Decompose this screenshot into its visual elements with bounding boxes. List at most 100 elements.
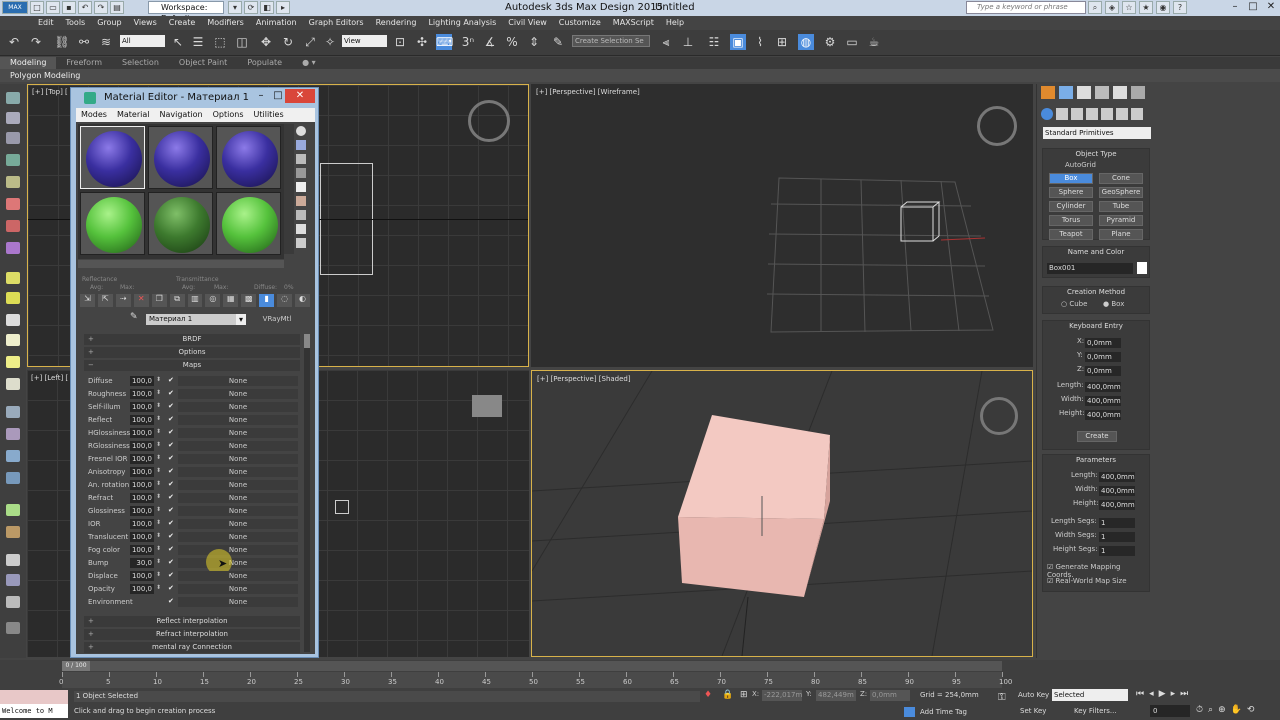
ke-z-field[interactable]: 0,0mm bbox=[1085, 366, 1121, 376]
go-to-parent-icon[interactable]: ▮ bbox=[259, 294, 275, 307]
pick-from-object-icon[interactable]: ◐ bbox=[295, 294, 310, 307]
keyboard-shortcut-override-icon[interactable]: ⌨ bbox=[436, 34, 453, 50]
timeline-ruler[interactable]: 0 5 10 15 20 25 30 35 40 45 50 55 60 65 70 75 80 85 90 95 10… bbox=[59, 672, 1012, 688]
helpers-icon[interactable] bbox=[1101, 108, 1113, 120]
spinner-icon[interactable]: ⬍ bbox=[156, 519, 161, 526]
hand-icon[interactable] bbox=[6, 526, 20, 538]
spinner-icon[interactable]: ⬍ bbox=[156, 545, 161, 552]
time-config-icon[interactable]: ⏱ bbox=[1196, 705, 1203, 715]
viewport-left-label[interactable]: [+] [Left] [ bbox=[31, 374, 68, 382]
video-color-icon[interactable] bbox=[296, 182, 306, 192]
material-type-button[interactable]: VRayMtl bbox=[252, 314, 302, 325]
lights-icon[interactable] bbox=[6, 220, 20, 232]
key-icon[interactable]: ⚿ bbox=[998, 692, 1006, 703]
letter-icon[interactable] bbox=[6, 622, 20, 634]
copy-material-icon[interactable]: ❐ bbox=[151, 294, 167, 307]
object-type-box-button[interactable]: Box bbox=[1049, 173, 1093, 184]
rollout-brdf[interactable]: + BRDF bbox=[84, 334, 300, 345]
maxscript-listener[interactable]: Welcome to M bbox=[0, 704, 68, 718]
display-icon[interactable] bbox=[6, 198, 20, 210]
show-end-result-icon[interactable]: ▩ bbox=[241, 294, 257, 307]
map-amount-field[interactable]: 100,0 bbox=[130, 493, 154, 503]
named-selection-sets-dropdown[interactable]: Create Selection Se bbox=[572, 35, 650, 47]
map-enable-checkbox[interactable]: ✔ bbox=[168, 597, 174, 605]
map-slot-button[interactable]: None bbox=[178, 428, 298, 438]
snaps-toggle-icon[interactable]: 3ⁿ bbox=[460, 34, 476, 50]
torus-icon[interactable] bbox=[6, 378, 20, 390]
put-to-library-icon[interactable]: ▥ bbox=[187, 294, 203, 307]
redo-icon[interactable]: ↷ bbox=[28, 34, 44, 50]
viewcube-icon[interactable] bbox=[468, 100, 510, 142]
spinner-icon[interactable]: ⬍ bbox=[156, 454, 161, 461]
map-enable-checkbox[interactable]: ✔ bbox=[168, 428, 174, 436]
redo-icon[interactable]: ↷ bbox=[94, 1, 108, 14]
make-preview-icon[interactable] bbox=[296, 196, 306, 206]
menu-animation[interactable]: Animation bbox=[250, 16, 303, 30]
sample-slot[interactable] bbox=[216, 126, 281, 189]
sample-slot[interactable] bbox=[148, 192, 213, 255]
display-tab-icon[interactable] bbox=[1113, 86, 1127, 99]
render-production-icon[interactable]: ☕ bbox=[866, 34, 882, 50]
ribbon-tab-selection[interactable]: Selection bbox=[112, 57, 169, 69]
menu-graph-editors[interactable]: Graph Editors bbox=[303, 16, 370, 30]
pick-material-icon[interactable]: ✎ bbox=[130, 312, 138, 322]
scale-icon[interactable]: ⤢ bbox=[302, 34, 318, 50]
maximize-icon[interactable]: □ bbox=[271, 90, 285, 104]
menu-rendering[interactable]: Rendering bbox=[370, 16, 423, 30]
pivot-center-icon[interactable]: ⊡ bbox=[392, 34, 408, 50]
favorites-icon[interactable]: ★ bbox=[1139, 1, 1153, 14]
sphere-tool-icon[interactable] bbox=[6, 314, 20, 326]
rollout-reflect-interpolation[interactable]: + Reflect interpolation bbox=[84, 616, 300, 627]
key-filters-button[interactable]: Key Filters... bbox=[1074, 707, 1117, 715]
p-width-field[interactable]: 400,0mm bbox=[1099, 486, 1135, 496]
map-amount-field[interactable]: 100,0 bbox=[130, 441, 154, 451]
map-amount-field[interactable]: 100,0 bbox=[130, 402, 154, 412]
menu-modifiers[interactable]: Modifiers bbox=[201, 16, 250, 30]
cameras-icon[interactable] bbox=[6, 242, 20, 254]
map-amount-field[interactable]: 100,0 bbox=[130, 467, 154, 477]
map-slot-button[interactable]: None bbox=[178, 519, 298, 529]
place-icon[interactable]: ✧ bbox=[322, 34, 338, 50]
object-color-swatch[interactable] bbox=[1137, 262, 1147, 274]
map-slot-button[interactable]: None bbox=[178, 415, 298, 425]
map-amount-field[interactable]: 100,0 bbox=[130, 506, 154, 516]
open-file-icon[interactable]: ▭ bbox=[46, 1, 60, 14]
radio-box[interactable]: ● Box bbox=[1103, 300, 1124, 308]
get-material-icon[interactable]: ⇲ bbox=[80, 294, 95, 307]
map-slot-button[interactable]: None bbox=[178, 571, 298, 581]
slots-scrollbar[interactable] bbox=[78, 260, 284, 268]
y-coordinate-field[interactable]: 482,449m bbox=[816, 690, 856, 701]
object-type-cone-button[interactable]: Cone bbox=[1099, 173, 1143, 184]
go-forward-sibling-icon[interactable]: ◌ bbox=[277, 294, 293, 307]
menu-material[interactable]: Material bbox=[112, 108, 155, 122]
map-amount-field[interactable]: 30,0 bbox=[130, 558, 154, 568]
subscription-icon[interactable]: ◈ bbox=[1105, 1, 1119, 14]
chevron-down-icon[interactable]: ▾ bbox=[236, 314, 246, 325]
bind-space-warp-icon[interactable]: ≋ bbox=[98, 34, 114, 50]
slots-vscroll[interactable] bbox=[284, 124, 294, 254]
go-to-start-icon[interactable]: ⏮ bbox=[1136, 689, 1144, 699]
spinner-icon[interactable]: ⬍ bbox=[156, 441, 161, 448]
save-file-icon[interactable]: ▪ bbox=[62, 1, 76, 14]
options-icon[interactable] bbox=[296, 210, 306, 220]
spinner-icon[interactable]: ⬍ bbox=[156, 558, 161, 565]
menu-create[interactable]: Create bbox=[163, 16, 202, 30]
map-slot-button[interactable]: None bbox=[178, 454, 298, 464]
select-object-icon[interactable]: ↖ bbox=[170, 34, 186, 50]
tools-icon[interactable] bbox=[6, 450, 20, 462]
menu-group[interactable]: Group bbox=[91, 16, 127, 30]
creation-method-header[interactable]: Creation Method bbox=[1043, 287, 1149, 298]
object-type-torus-button[interactable]: Torus bbox=[1049, 215, 1093, 226]
map-amount-field[interactable]: 100,0 bbox=[130, 376, 154, 386]
map-slot-button[interactable]: None bbox=[178, 506, 298, 516]
render-setup-icon[interactable]: ⚙ bbox=[822, 34, 838, 50]
rollout-mental-ray-connection[interactable]: + mental ray Connection bbox=[84, 642, 300, 653]
spinner-icon[interactable]: ⬍ bbox=[156, 480, 161, 487]
map-slot-button[interactable]: None bbox=[178, 584, 298, 594]
orbit-icon[interactable]: ⟲ bbox=[1247, 705, 1255, 715]
menu-utilities[interactable]: Utilities bbox=[249, 108, 289, 122]
menu-help[interactable]: Help bbox=[660, 16, 690, 30]
next-frame-icon[interactable]: ▸ bbox=[1171, 689, 1176, 699]
spinner-icon[interactable]: ⬍ bbox=[156, 402, 161, 409]
map-enable-checkbox[interactable]: ✔ bbox=[168, 454, 174, 462]
